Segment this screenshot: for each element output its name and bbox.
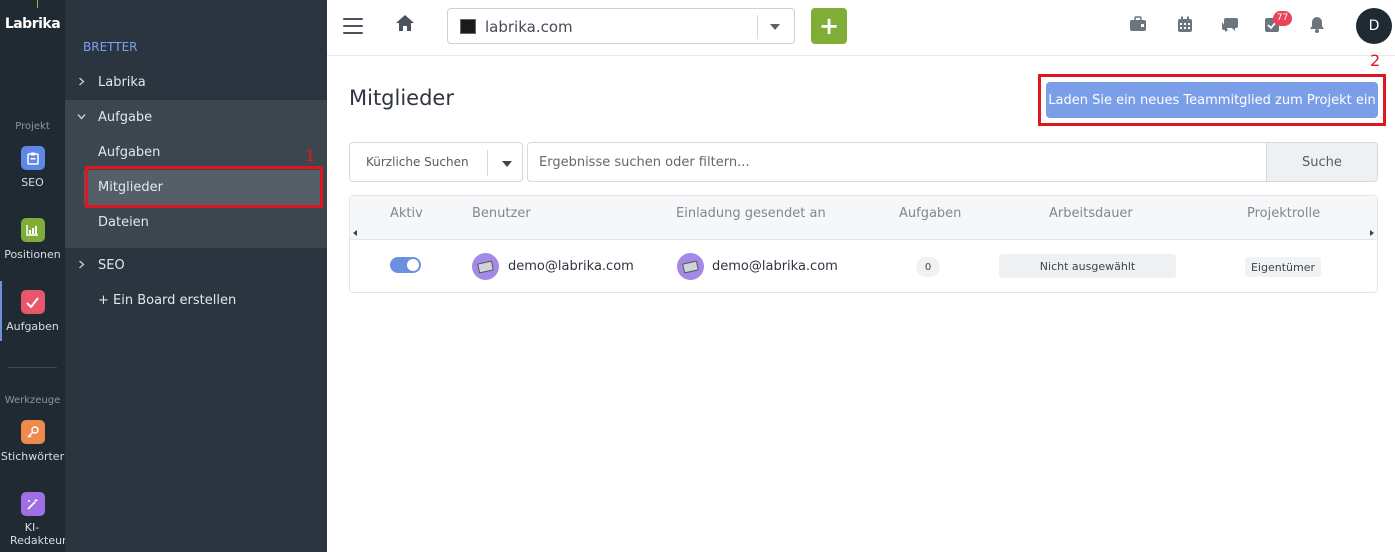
magic-wand-icon xyxy=(20,492,45,516)
task-count-badge: 0 xyxy=(916,257,940,277)
column-header-aktiv[interactable]: Aktiv xyxy=(390,206,423,221)
recent-searches-select[interactable]: Kürzliche Suchen xyxy=(349,142,523,182)
rail-item-ki-redakteur[interactable]: KI-Redakteur xyxy=(0,492,67,547)
briefcase-icon[interactable] xyxy=(1129,16,1149,36)
work-duration-select[interactable]: Nicht ausgewählt xyxy=(999,254,1176,278)
chevron-down-icon xyxy=(65,112,98,123)
select-divider xyxy=(487,150,488,176)
member-user[interactable]: demo@labrika.com xyxy=(508,259,634,274)
column-header-einladung[interactable]: Einladung gesendet an xyxy=(676,206,826,221)
search-button[interactable]: Suche xyxy=(1266,143,1377,181)
member-invited: demo@labrika.com xyxy=(712,259,838,274)
user-avatar-icon xyxy=(472,253,499,280)
active-toggle[interactable] xyxy=(390,257,421,273)
board-item-label: SEO xyxy=(98,258,125,273)
app-rail: Labrika Projekt SEO Positionen Aufgaben … xyxy=(0,0,67,552)
board-item-label: Labrika xyxy=(98,75,146,90)
annotation-box-2 xyxy=(1038,74,1386,126)
rail-item-stichwoerter[interactable]: Stichwörter xyxy=(0,420,65,463)
scroll-left-arrow-icon[interactable] xyxy=(353,230,357,236)
search-bar: Suche xyxy=(527,142,1378,182)
create-board-link[interactable]: + Ein Board erstellen xyxy=(65,283,327,318)
topbar: labrika.com + 77 D xyxy=(327,0,1395,56)
recent-searches-label: Kürzliche Suchen xyxy=(366,155,469,169)
board-item-label: Aufgabe xyxy=(98,110,153,125)
annotation-box-1 xyxy=(85,166,323,208)
select-divider xyxy=(757,15,758,39)
board-item-seo[interactable]: SEO xyxy=(65,248,327,283)
scroll-right-arrow-icon[interactable] xyxy=(1370,230,1374,236)
site-favicon-icon xyxy=(460,19,476,34)
chevron-down-icon[interactable] xyxy=(770,24,780,30)
key-icon xyxy=(20,420,45,444)
column-header-benutzer[interactable]: Benutzer xyxy=(472,206,531,221)
section-label-project: Projekt xyxy=(15,121,50,132)
board-subitem-dateien[interactable]: Dateien xyxy=(84,205,321,240)
page-title: Mitglieder xyxy=(349,86,454,110)
members-table: Aktiv Benutzer Einladung gesendet an Auf… xyxy=(349,195,1378,293)
column-header-projektrolle[interactable]: Projektrolle xyxy=(1247,206,1320,221)
user-avatar[interactable]: D xyxy=(1356,8,1392,44)
logo-accent-line xyxy=(37,0,38,8)
rail-item-label: Positionen xyxy=(4,248,61,261)
check-icon xyxy=(20,290,45,314)
rail-item-positionen[interactable]: Positionen xyxy=(0,218,65,261)
boards-panel: BRETTER Labrika Aufgabe Aufgaben Mitglie… xyxy=(65,0,327,552)
calendar-icon[interactable] xyxy=(1177,16,1197,36)
rail-item-aufgaben[interactable]: Aufgaben xyxy=(0,290,65,333)
section-label-tools: Werkzeuge xyxy=(4,395,61,406)
bell-icon[interactable] xyxy=(1309,16,1329,36)
board-item-labrika[interactable]: Labrika xyxy=(65,65,327,100)
rail-item-label: KI-Redakteur xyxy=(10,521,67,547)
annotation-number-1: 1 xyxy=(305,146,316,165)
rail-item-label: Stichwörter xyxy=(0,450,65,463)
chevron-right-icon xyxy=(65,76,98,89)
board-subitem-aufgaben[interactable]: Aufgaben xyxy=(84,135,321,170)
hamburger-menu-icon[interactable] xyxy=(343,18,363,34)
boards-heading: BRETTER xyxy=(83,40,138,54)
rail-item-seo[interactable]: SEO xyxy=(0,146,65,189)
clipboard-icon xyxy=(20,146,45,170)
app-logo[interactable]: Labrika xyxy=(0,16,65,32)
home-icon[interactable] xyxy=(395,14,417,36)
add-button[interactable]: + xyxy=(811,8,847,44)
chat-icon[interactable] xyxy=(1220,16,1240,36)
rail-item-label: SEO xyxy=(21,176,44,189)
search-input[interactable] xyxy=(528,143,1267,181)
chart-icon xyxy=(20,218,45,242)
rail-divider xyxy=(8,367,57,368)
annotation-number-2: 2 xyxy=(1370,51,1381,70)
column-header-arbeitsdauer[interactable]: Arbeitsdauer xyxy=(1049,206,1133,221)
chevron-right-icon xyxy=(65,259,98,272)
domain-select-value: labrika.com xyxy=(485,18,573,36)
notification-count-badge: 77 xyxy=(1273,11,1292,26)
user-avatar-icon xyxy=(677,253,704,280)
domain-select[interactable]: labrika.com xyxy=(447,8,795,44)
rail-item-label: Aufgaben xyxy=(6,320,59,333)
project-role-badge[interactable]: Eigentümer xyxy=(1245,257,1321,277)
chevron-down-icon[interactable] xyxy=(502,161,512,167)
board-item-aufgabe[interactable]: Aufgabe xyxy=(65,100,327,135)
column-header-aufgaben[interactable]: Aufgaben xyxy=(899,206,961,221)
table-header: Aktiv Benutzer Einladung gesendet an Auf… xyxy=(350,196,1377,240)
